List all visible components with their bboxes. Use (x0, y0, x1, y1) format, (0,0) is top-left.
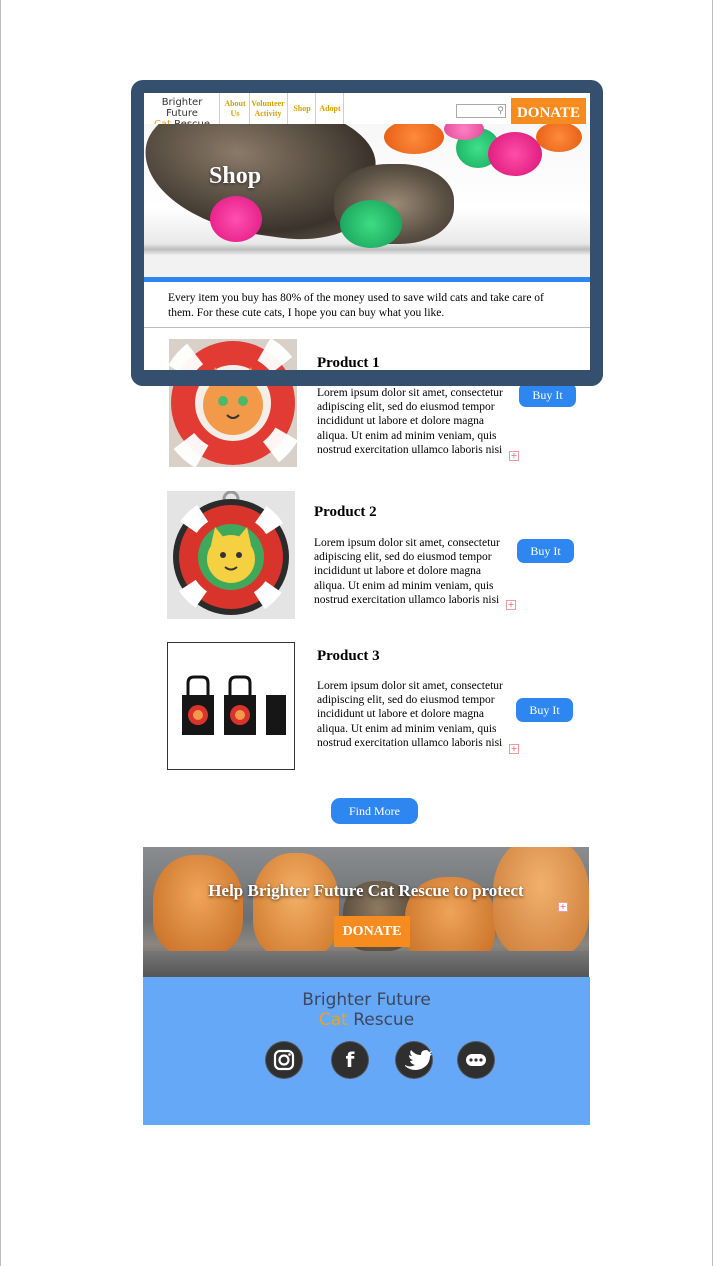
brand-line1: Brighter Future (161, 97, 203, 119)
wall-ledge (143, 951, 589, 977)
nav-divider (219, 93, 220, 124)
product-image[interactable] (169, 339, 297, 467)
expand-icon[interactable]: + (558, 902, 568, 912)
nav-link-about[interactable]: About Us (222, 99, 248, 119)
expand-icon[interactable]: + (509, 451, 519, 461)
cat-figure (153, 855, 243, 955)
buy-button[interactable]: Buy It (519, 383, 576, 407)
tote-bag-image (168, 643, 294, 769)
top-navbar: Brighter Future Cat Rescue About Us Volu… (144, 93, 590, 130)
twitter-icon[interactable] (396, 1042, 432, 1078)
footer: Brighter Future Cat Rescue f (143, 977, 590, 1125)
device-frame-left (131, 93, 144, 370)
facebook-icon[interactable]: f (332, 1042, 368, 1078)
cats-banner-image: Help Brighter Future Cat Rescue to prote… (143, 847, 589, 977)
device-frame-bottom (131, 370, 603, 386)
toy-mouse-pink (210, 196, 262, 242)
cat-figure (253, 853, 339, 957)
keychain-cat-image (167, 491, 295, 619)
nav-divider (315, 93, 316, 124)
expand-icon[interactable]: + (506, 600, 516, 610)
page-border-left (0, 0, 1, 1266)
more-icon[interactable] (458, 1042, 494, 1078)
buy-button[interactable]: Buy It (516, 698, 573, 722)
find-more-button[interactable]: Find More (331, 798, 418, 824)
nav-link-shop[interactable]: Shop (290, 104, 314, 114)
search-input[interactable]: ⚲ (456, 104, 506, 118)
toy-mouse-orange (536, 124, 582, 152)
expand-icon[interactable]: + (509, 744, 519, 754)
product-description: Lorem ipsum dolor sit amet, consectetur … (317, 387, 503, 456)
hero-image (144, 124, 590, 277)
search-icon[interactable]: ⚲ (497, 105, 504, 116)
product-title: Product 3 (317, 648, 380, 664)
device-frame-right (590, 93, 603, 370)
nav-divider (287, 93, 288, 124)
lifebuoy-cat-image (169, 339, 297, 467)
page-title: Shop (209, 163, 262, 189)
divider (144, 327, 590, 328)
intro-text: Every item you buy has 80% of the money … (168, 292, 544, 319)
footer-brand-cat: Cat (318, 1010, 348, 1030)
product-description: Lorem ipsum dolor sit amet, consectetur … (317, 680, 503, 749)
toy-mouse-green (340, 200, 402, 248)
banner-donate-button[interactable]: DONATE (334, 916, 410, 947)
footer-logo[interactable]: Brighter Future Cat Rescue (143, 990, 590, 1030)
banner-title: Help Brighter Future Cat Rescue to prote… (208, 881, 524, 900)
product-title: Product 2 (314, 504, 377, 520)
buy-button[interactable]: Buy It (517, 539, 574, 563)
footer-brand-line1: Brighter Future (302, 990, 431, 1010)
product-image[interactable] (167, 642, 295, 770)
instagram-icon[interactable] (266, 1042, 302, 1078)
product-image[interactable] (167, 491, 295, 619)
cat-figure (493, 847, 589, 957)
footer-brand-rescue: Rescue (353, 1010, 415, 1030)
toy-mouse-pink (488, 132, 542, 176)
nav-link-volunteer[interactable]: Volunteer Activity (250, 99, 286, 119)
product-description: Lorem ipsum dolor sit amet, consectetur … (314, 537, 500, 606)
nav-divider (343, 93, 344, 124)
page-border-right (712, 0, 713, 1266)
toy-mouse-orange (384, 124, 444, 154)
nav-link-adopt[interactable]: Adopt (317, 104, 343, 114)
